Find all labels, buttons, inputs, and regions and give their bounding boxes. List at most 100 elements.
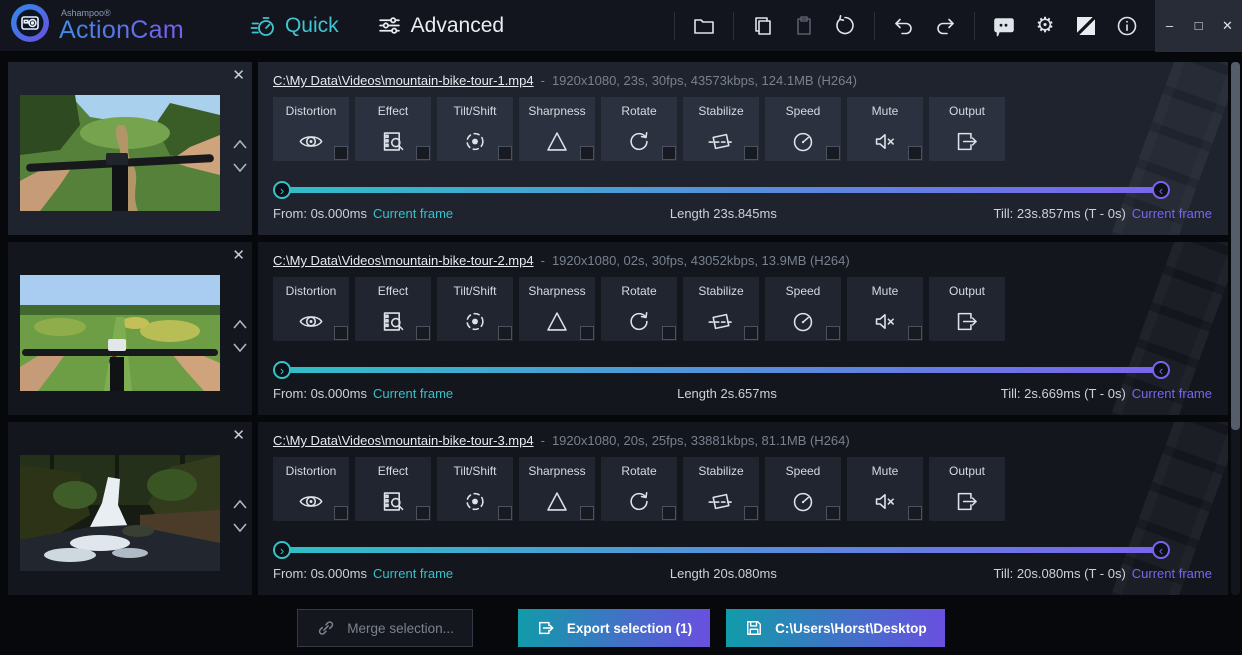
tool-speed-button[interactable]: Speed — [765, 457, 841, 521]
trim-start-handle[interactable]: › — [273, 361, 291, 379]
settings-icon[interactable]: ⚙ — [1033, 13, 1057, 39]
current-frame-from-link[interactable]: Current frame — [373, 206, 453, 221]
license-icon[interactable] — [1074, 13, 1098, 39]
tool-sharpness-button[interactable]: Sharpness — [519, 97, 595, 161]
trim-end-handle[interactable]: ‹ — [1152, 181, 1170, 199]
tool-checkbox[interactable] — [662, 146, 676, 160]
remove-video-button[interactable]: ✕ — [232, 426, 245, 444]
move-up-button[interactable] — [232, 498, 248, 510]
open-folder-icon[interactable] — [692, 13, 716, 39]
tool-mute-button[interactable]: Mute — [847, 457, 923, 521]
tool-checkbox[interactable] — [744, 506, 758, 520]
timeline-track[interactable] — [282, 187, 1161, 193]
tool-effect-button[interactable]: Effect — [355, 457, 431, 521]
tool-checkbox[interactable] — [580, 326, 594, 340]
export-selection-button[interactable]: Export selection (1) — [518, 609, 710, 647]
move-up-button[interactable] — [232, 318, 248, 330]
redo-icon[interactable] — [933, 13, 957, 39]
tool-output-button[interactable]: Output — [929, 457, 1005, 521]
merge-selection-button[interactable]: Merge selection... — [297, 609, 473, 647]
tool-checkbox[interactable] — [826, 326, 840, 340]
tool-effect-button[interactable]: Effect — [355, 97, 431, 161]
tab-quick[interactable]: Quick — [250, 13, 339, 39]
scrollbar[interactable] — [1231, 62, 1240, 595]
tool-checkbox[interactable] — [416, 146, 430, 160]
tool-checkbox[interactable] — [908, 146, 922, 160]
maximize-button[interactable]: □ — [1184, 0, 1213, 52]
tool-stabilize-button[interactable]: Stabilize — [683, 97, 759, 161]
close-button[interactable]: ✕ — [1213, 0, 1242, 52]
tool-checkbox[interactable] — [908, 326, 922, 340]
tool-checkbox[interactable] — [908, 506, 922, 520]
current-frame-till-link[interactable]: Current frame — [1132, 566, 1212, 581]
reset-icon[interactable] — [833, 13, 857, 39]
tool-sharpness-button[interactable]: Sharpness — [519, 457, 595, 521]
tool-stabilize-button[interactable]: Stabilize — [683, 457, 759, 521]
tool-stabilize-button[interactable]: Stabilize — [683, 277, 759, 341]
copy-icon[interactable] — [751, 13, 775, 39]
tool-checkbox[interactable] — [498, 146, 512, 160]
tool-checkbox[interactable] — [662, 506, 676, 520]
tool-output-button[interactable]: Output — [929, 97, 1005, 161]
tool-mute-button[interactable]: Mute — [847, 97, 923, 161]
tool-tilt-shift-button[interactable]: Tilt/Shift — [437, 97, 513, 161]
current-frame-from-link[interactable]: Current frame — [373, 566, 453, 581]
info-icon[interactable] — [1115, 13, 1139, 39]
tool-distortion-button[interactable]: Distortion — [273, 97, 349, 161]
minimize-button[interactable]: – — [1155, 0, 1184, 52]
remove-video-button[interactable]: ✕ — [232, 246, 245, 264]
tool-checkbox[interactable] — [498, 326, 512, 340]
tool-effect-button[interactable]: Effect — [355, 277, 431, 341]
tool-checkbox[interactable] — [662, 326, 676, 340]
tool-output-button[interactable]: Output — [929, 277, 1005, 341]
tool-rotate-button[interactable]: Rotate — [601, 97, 677, 161]
tool-checkbox[interactable] — [744, 326, 758, 340]
trim-end-handle[interactable]: ‹ — [1152, 361, 1170, 379]
tool-checkbox[interactable] — [580, 146, 594, 160]
video-thumbnail[interactable] — [20, 95, 220, 211]
move-down-button[interactable] — [232, 341, 248, 353]
video-thumbnail[interactable] — [20, 275, 220, 391]
tool-distortion-button[interactable]: Distortion — [273, 457, 349, 521]
current-frame-from-link[interactable]: Current frame — [373, 386, 453, 401]
tool-checkbox[interactable] — [334, 146, 348, 160]
video-file-link[interactable]: C:\My Data\Videos\mountain-bike-tour-2.m… — [273, 253, 534, 268]
tool-tilt-shift-button[interactable]: Tilt/Shift — [437, 457, 513, 521]
tool-checkbox[interactable] — [334, 506, 348, 520]
tool-checkbox[interactable] — [416, 326, 430, 340]
current-frame-till-link[interactable]: Current frame — [1132, 386, 1212, 401]
current-frame-till-link[interactable]: Current frame — [1132, 206, 1212, 221]
tool-checkbox[interactable] — [334, 326, 348, 340]
video-file-link[interactable]: C:\My Data\Videos\mountain-bike-tour-1.m… — [273, 73, 534, 88]
tool-checkbox[interactable] — [744, 146, 758, 160]
video-file-link[interactable]: C:\My Data\Videos\mountain-bike-tour-3.m… — [273, 433, 534, 448]
tool-tilt-shift-button[interactable]: Tilt/Shift — [437, 277, 513, 341]
move-down-button[interactable] — [232, 521, 248, 533]
undo-icon[interactable] — [892, 13, 916, 39]
scrollbar-thumb[interactable] — [1231, 62, 1240, 430]
tool-rotate-button[interactable]: Rotate — [601, 277, 677, 341]
tool-checkbox[interactable] — [826, 146, 840, 160]
tab-advanced[interactable]: Advanced — [377, 13, 504, 39]
output-path-button[interactable]: C:\Users\Horst\Desktop — [726, 609, 945, 647]
video-thumbnail[interactable] — [20, 455, 220, 571]
tool-speed-button[interactable]: Speed — [765, 277, 841, 341]
remove-video-button[interactable]: ✕ — [232, 66, 245, 84]
tool-sharpness-button[interactable]: Sharpness — [519, 277, 595, 341]
tool-checkbox[interactable] — [826, 506, 840, 520]
trim-end-handle[interactable]: ‹ — [1152, 541, 1170, 559]
tool-checkbox[interactable] — [416, 506, 430, 520]
tool-mute-button[interactable]: Mute — [847, 277, 923, 341]
feedback-icon[interactable] — [992, 13, 1016, 39]
tool-speed-button[interactable]: Speed — [765, 97, 841, 161]
tool-rotate-button[interactable]: Rotate — [601, 457, 677, 521]
trim-start-handle[interactable]: › — [273, 181, 291, 199]
tool-checkbox[interactable] — [580, 506, 594, 520]
move-down-button[interactable] — [232, 161, 248, 173]
move-up-button[interactable] — [232, 138, 248, 150]
tool-distortion-button[interactable]: Distortion — [273, 277, 349, 341]
trim-start-handle[interactable]: › — [273, 541, 291, 559]
tool-checkbox[interactable] — [498, 506, 512, 520]
timeline-track[interactable] — [282, 547, 1161, 553]
timeline-track[interactable] — [282, 367, 1161, 373]
